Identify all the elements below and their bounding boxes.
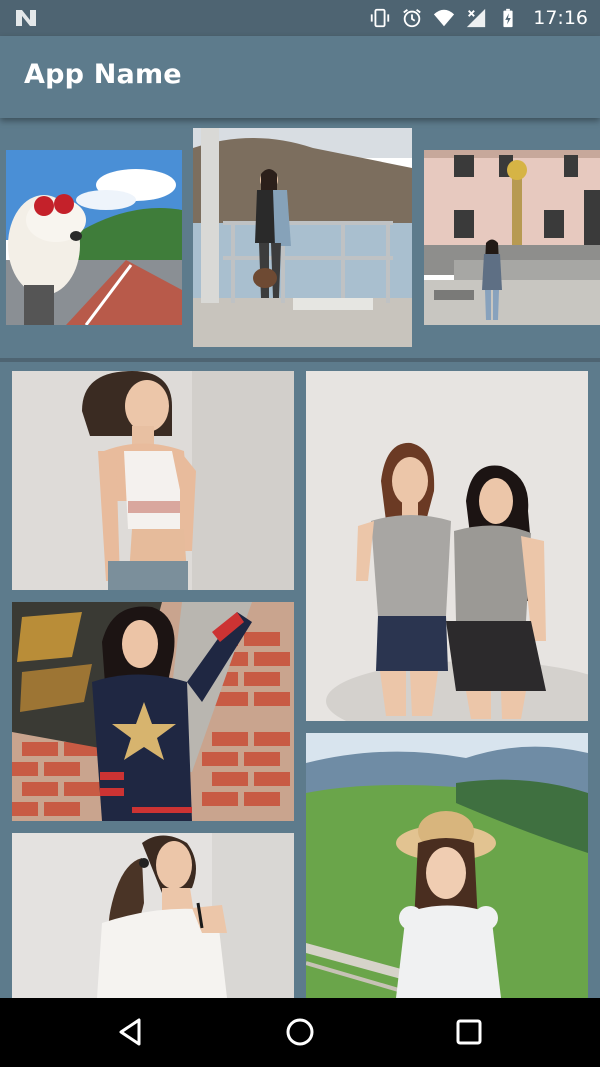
home-icon [286,1018,314,1046]
wifi-icon [434,9,455,27]
app-bar: App Name [0,36,600,118]
grid-item[interactable] [12,833,294,998]
home-button[interactable] [280,1012,320,1052]
carousel-item[interactable] [193,128,412,347]
photo-girl-star-sweater-brick-wall [12,602,294,821]
status-bar: 17:16 [0,0,600,36]
android-n-icon [16,10,36,26]
photo-girl-fountain-building [424,150,600,325]
grid-item[interactable] [306,371,588,721]
photo-girl-white-top [12,371,294,590]
recents-icon [456,1019,482,1045]
back-button[interactable] [111,1012,151,1052]
photo-two-girls-grey-tops [306,371,588,721]
recents-button[interactable] [449,1012,489,1052]
alarm-icon [403,9,422,28]
navigation-bar [0,998,600,1067]
back-icon [119,1018,141,1046]
vibrate-icon [371,8,390,28]
photo-carousel[interactable] [0,118,600,358]
grid-item[interactable] [12,371,294,590]
photo-girl-ponytail-offshoulder [12,833,294,998]
carousel-item[interactable] [6,150,182,325]
photo-girl-straw-hat-meadow [306,733,588,998]
photo-girl-railing-lake [193,128,412,347]
battery-charging-icon [503,8,513,28]
section-divider [0,358,600,362]
carousel-item[interactable] [424,150,600,325]
grid-item[interactable] [306,733,588,998]
app-title: App Name [24,59,182,90]
no-signal-icon [467,8,486,28]
status-time: 17:16 [533,7,588,29]
photo-dog-goggles-road [6,150,182,325]
grid-item[interactable] [12,602,294,821]
content-area [0,118,600,998]
